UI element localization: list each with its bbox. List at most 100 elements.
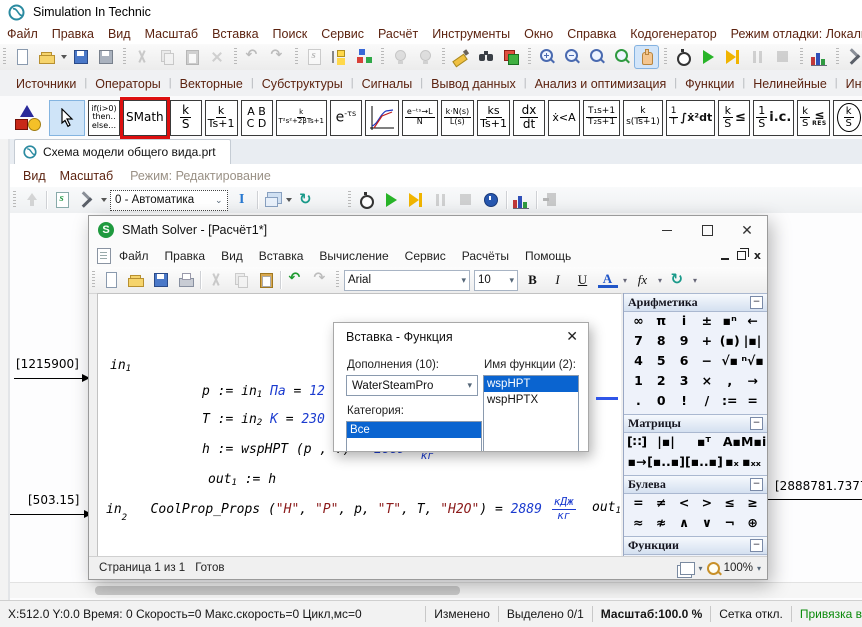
smath-title-bar[interactable]: S SMath Solver - [Расчёт1*] ✕	[89, 216, 767, 245]
block-rate-limiter[interactable]: ẋ<A	[548, 100, 580, 136]
doc-menu-scale[interactable]: Масштаб	[53, 167, 120, 185]
block-transport-delay[interactable]: e⁻ᵗˢ→LN	[402, 100, 438, 136]
tab-Анализ и оптимизация[interactable]: Анализ и оптимизация	[527, 73, 675, 96]
document-tab[interactable]: Схема модели общего вида.prt	[14, 139, 231, 164]
block-saturation[interactable]	[365, 100, 399, 136]
toolbar-overflow-icon[interactable]: ▾	[620, 276, 630, 285]
overlap-layers-button[interactable]	[498, 45, 523, 69]
block-mean-square[interactable]: 1T∫ẋ²dt	[666, 100, 716, 136]
symbol-button[interactable]: ▪ₓₓ	[741, 454, 762, 474]
refresh-button[interactable]	[294, 188, 319, 212]
horizontal-scrollbar[interactable]	[10, 582, 862, 598]
run-button[interactable]	[695, 45, 720, 69]
sim-time-button[interactable]	[354, 188, 379, 212]
print-button[interactable]	[173, 268, 198, 292]
tab-Функции[interactable]: Функции	[677, 73, 742, 96]
formula-in1[interactable]: in1	[110, 358, 131, 373]
menu-item[interactable]: Справка	[560, 25, 623, 43]
save-button[interactable]	[68, 45, 93, 69]
pause-button[interactable]	[745, 45, 770, 69]
panel-section-header[interactable]: Функции−	[624, 536, 767, 555]
smath-menu-Вид[interactable]: Вид	[213, 246, 251, 266]
symbol-button[interactable]: ¬	[718, 515, 741, 535]
save-button[interactable]	[148, 268, 173, 292]
tab-Нелинейные[interactable]: Нелинейные	[745, 73, 835, 96]
input-port-label-1[interactable]: [1215900]	[16, 357, 79, 371]
charts-button[interactable]	[806, 45, 831, 69]
block-sources[interactable]	[10, 100, 46, 136]
dialog-close-icon[interactable]: ✕	[566, 328, 578, 345]
symbol-button[interactable]: <	[673, 495, 696, 515]
symbol-button[interactable]: ▪→	[627, 454, 647, 474]
symbol-button[interactable]: ×	[696, 373, 719, 393]
toolbar-overflow-icon[interactable]: ▾	[655, 276, 665, 285]
collapse-icon[interactable]: −	[750, 539, 763, 552]
menu-item[interactable]: Вставка	[205, 25, 265, 43]
symbol-button[interactable]: !	[673, 393, 696, 413]
doc-menu-vid[interactable]: Вид	[16, 167, 53, 185]
script-button[interactable]	[49, 188, 74, 212]
category-item[interactable]: Все	[347, 422, 481, 438]
step-button[interactable]	[404, 188, 429, 212]
pause-button[interactable]	[429, 188, 454, 212]
formula-eq-out[interactable]: out1 := h	[208, 472, 276, 487]
block-smath[interactable]: SMath	[123, 100, 167, 136]
symbol-button[interactable]: ▪ⁿ	[718, 313, 741, 333]
symbol-button[interactable]: 5	[650, 353, 673, 373]
menu-item[interactable]: Расчёт	[371, 25, 425, 43]
symbol-button[interactable]: M▪	[741, 434, 762, 454]
function-listbox[interactable]: wspHPTwspHPTX	[483, 375, 579, 452]
symbol-button[interactable]: ≉	[650, 515, 673, 535]
symbol-button[interactable]: ≥	[741, 495, 764, 515]
menu-item[interactable]: Сервис	[314, 25, 371, 43]
new-file-button[interactable]	[9, 45, 34, 69]
block-integrator-ic[interactable]: 1Si.c.	[753, 100, 794, 136]
symbol-button[interactable]: [∷]	[627, 434, 647, 454]
symbol-button[interactable]: [▪..▪]	[647, 454, 685, 474]
smath-menu-Сервис[interactable]: Сервис	[397, 246, 454, 266]
insert-function-dialog[interactable]: Вставка - Функция ✕ Дополнения (10): Wat…	[333, 322, 589, 452]
tab-Вывод данных[interactable]: Вывод данных	[423, 73, 524, 96]
open-button[interactable]	[123, 268, 148, 292]
panel-section-header[interactable]: Матрицы−	[624, 414, 767, 433]
symbol-button[interactable]: ▪ₓ	[723, 454, 741, 474]
symbol-button[interactable]: ⁿ√▪	[741, 353, 764, 373]
zoom-out-button[interactable]	[559, 45, 584, 69]
symbol-button[interactable]: =	[741, 393, 764, 413]
italic-button[interactable]: I	[545, 268, 570, 292]
tab-Источники[interactable]: Источники	[8, 73, 84, 96]
scrollbar-thumb[interactable]	[95, 586, 460, 595]
font-size-combobox[interactable]: 10▾	[474, 270, 518, 291]
formula-eq-t[interactable]: T := in2 К = 230 °C	[202, 412, 348, 427]
breakpoint-all-button[interactable]	[412, 45, 437, 69]
chevron-down-icon[interactable]: ▾	[757, 564, 761, 573]
smath-menu-Помощь[interactable]: Помощь	[517, 246, 579, 266]
symbol-button[interactable]: |▪|	[647, 434, 685, 454]
symbol-button[interactable]: 9	[673, 333, 696, 353]
symbol-button[interactable]: +	[696, 333, 719, 353]
bold-button[interactable]: B	[520, 268, 545, 292]
symbol-button[interactable]: [▪..▪]	[685, 454, 723, 474]
symbol-button[interactable]: ⊕	[741, 515, 764, 535]
font-color-button[interactable]: A	[595, 268, 620, 292]
block-rational-tf[interactable]: k·N(s)L(s)	[441, 100, 475, 136]
block-cursor[interactable]	[49, 100, 85, 136]
symbol-button[interactable]: i×i	[762, 434, 767, 454]
symbol-button[interactable]: /	[696, 393, 719, 413]
paste-button[interactable]	[253, 268, 278, 292]
panel-splitter-indicator[interactable]	[596, 397, 618, 400]
smath-menu-Правка[interactable]: Правка	[157, 246, 214, 266]
block-if-else[interactable]: if(i>0)then..else…	[88, 100, 120, 136]
undo-button[interactable]	[240, 45, 265, 69]
page-button[interactable]	[301, 45, 326, 69]
menu-item[interactable]: Кодогенератор	[623, 25, 723, 43]
menu-item[interactable]: Инструменты	[425, 25, 517, 43]
symbol-button[interactable]: ≈	[627, 515, 650, 535]
redo-button[interactable]	[308, 268, 333, 292]
go-parent-button[interactable]	[19, 188, 44, 212]
category-listbox[interactable]: Все	[346, 421, 482, 452]
redo-button[interactable]	[265, 45, 290, 69]
exit-button[interactable]	[539, 188, 564, 212]
symbol-button[interactable]: 6	[673, 353, 696, 373]
block-lead-lag[interactable]: T₁s+1T₂s+1	[583, 100, 620, 136]
